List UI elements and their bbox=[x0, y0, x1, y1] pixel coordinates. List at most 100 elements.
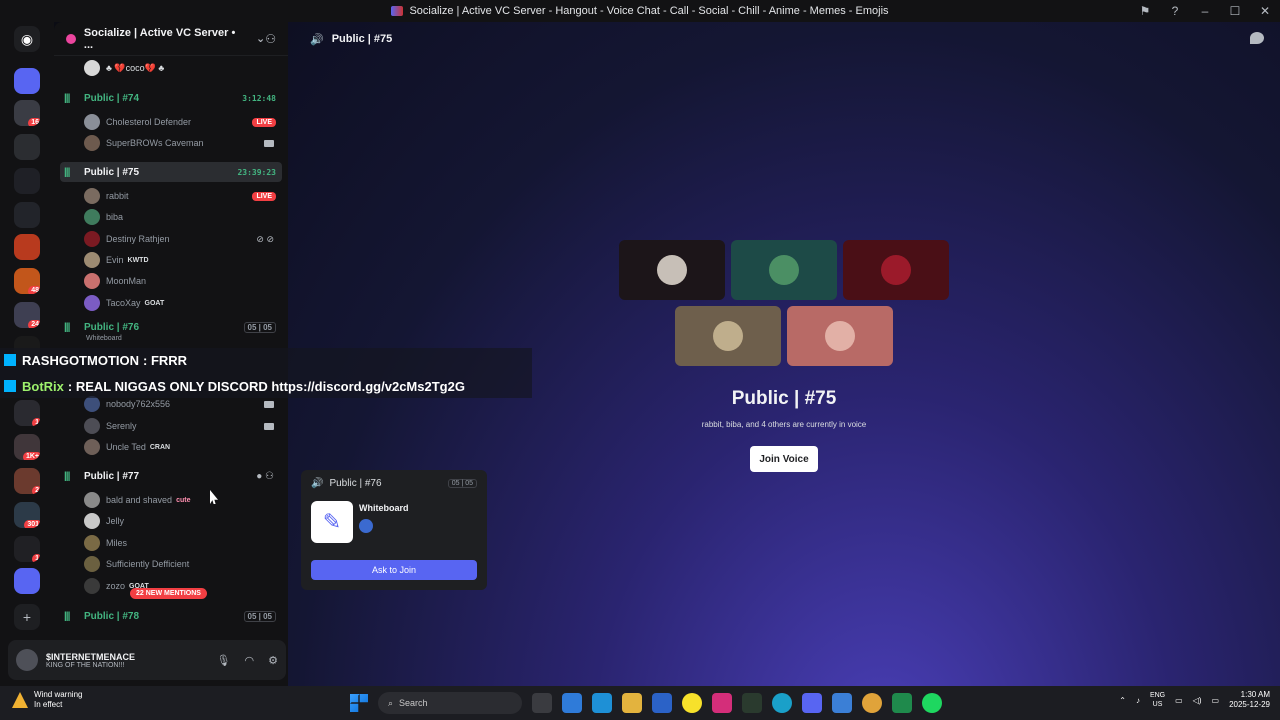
participant-tile[interactable] bbox=[843, 240, 949, 300]
snapchat-icon[interactable] bbox=[682, 693, 702, 713]
server-icon[interactable] bbox=[14, 568, 40, 594]
voice-member[interactable]: Sufficiently Defficient bbox=[60, 554, 282, 574]
voice-channel-77[interactable]: ||| Public | #77 ● ⚇ bbox=[60, 466, 282, 486]
minimize-button[interactable]: – bbox=[1190, 4, 1220, 18]
participant-tile[interactable] bbox=[619, 240, 725, 300]
avatar bbox=[84, 135, 100, 151]
battery-icon[interactable]: ▭ bbox=[1212, 696, 1220, 705]
invite-people-icon[interactable]: ⚇ bbox=[265, 32, 276, 46]
server-icon[interactable]: 24 bbox=[14, 302, 40, 328]
chat-icon[interactable] bbox=[1250, 32, 1264, 44]
file-explorer-icon[interactable] bbox=[622, 693, 642, 713]
overlay-chat-line: BotRix : REAL NIGGAS ONLY DISCORD https:… bbox=[4, 376, 465, 396]
close-button[interactable]: ✕ bbox=[1250, 4, 1280, 18]
store-icon[interactable] bbox=[592, 693, 612, 713]
channel-settings-icon[interactable]: ● ⚇ bbox=[256, 471, 274, 482]
server-icon[interactable]: 1 bbox=[14, 536, 40, 562]
avatar bbox=[84, 188, 100, 204]
search-icon: ⌕ bbox=[388, 697, 394, 708]
voice-active-icon: ||| bbox=[64, 321, 70, 333]
voice-member[interactable]: Destiny Rathjen ⊘ ⊘ bbox=[60, 229, 282, 249]
microphone-icon[interactable]: ♪ bbox=[1136, 696, 1140, 705]
server-name: Socialize | Active VC Server • ... bbox=[83, 26, 236, 51]
new-mentions-pill[interactable]: 22 NEW MENTIONS bbox=[130, 588, 207, 599]
spotify-icon[interactable] bbox=[922, 693, 942, 713]
avatar[interactable] bbox=[16, 649, 38, 671]
server-icon[interactable]: 48 bbox=[14, 268, 40, 294]
server-icon[interactable]: 16 bbox=[14, 100, 40, 126]
avatar bbox=[84, 209, 100, 225]
inbox-icon[interactable]: ⚑ bbox=[1130, 4, 1160, 18]
server-icon[interactable]: 301 bbox=[14, 502, 40, 528]
video-camera-icon bbox=[264, 422, 274, 430]
voice-member[interactable]: TacoXay GOAT bbox=[60, 293, 282, 313]
app-icon[interactable] bbox=[742, 693, 762, 713]
weather-widget[interactable]: Wind warning In effect bbox=[12, 690, 82, 710]
voice-member[interactable]: Evin KWTD bbox=[60, 250, 282, 270]
app-icon[interactable] bbox=[892, 693, 912, 713]
taskbar-search[interactable]: ⌕ Search bbox=[378, 692, 522, 714]
participant-tile[interactable] bbox=[675, 306, 781, 366]
server-icon[interactable] bbox=[14, 68, 40, 94]
voice-member[interactable]: Jelly bbox=[60, 511, 282, 531]
app-icon[interactable] bbox=[832, 693, 852, 713]
server-icon[interactable] bbox=[14, 134, 40, 160]
settings-gear-icon[interactable]: ⚙ bbox=[268, 654, 278, 667]
voice-member[interactable]: Uncle Ted CRAN bbox=[60, 437, 282, 457]
network-icon[interactable]: ▭ bbox=[1175, 696, 1183, 705]
voice-member[interactable]: rabbit LIVE bbox=[60, 186, 282, 206]
add-server-icon[interactable]: + bbox=[14, 604, 40, 630]
voice-channel-74[interactable]: ||| Public | #74 3:12:48 bbox=[60, 88, 282, 108]
voice-channel-75[interactable]: ||| Public | #75 23:39:23 bbox=[60, 162, 282, 182]
avatar bbox=[84, 252, 100, 268]
avatar bbox=[84, 231, 100, 247]
voice-member[interactable]: Cholesterol Defender LIVE bbox=[60, 112, 282, 132]
voice-member[interactable]: ♣ 💔coco💔 ♣ bbox=[60, 58, 282, 78]
voice-member[interactable]: biba bbox=[60, 207, 282, 227]
server-icon[interactable] bbox=[14, 168, 40, 194]
voice-channel-78[interactable]: ||| Public | #78 05 | 05 bbox=[60, 606, 282, 626]
task-view-icon[interactable] bbox=[532, 693, 552, 713]
headphones-icon[interactable]: ◠ bbox=[245, 654, 255, 667]
avatar bbox=[84, 535, 100, 551]
server-header[interactable]: Socialize | Active VC Server • ... ⌄ ⚇ bbox=[54, 22, 288, 56]
language-indicator[interactable]: ENG US bbox=[1150, 691, 1165, 709]
voice-member[interactable]: Miles bbox=[60, 533, 282, 553]
join-voice-button[interactable]: Join Voice bbox=[750, 446, 818, 472]
voice-participants-summary: rabbit, biba, and 4 others are currently… bbox=[701, 420, 867, 429]
app-icon[interactable] bbox=[712, 693, 732, 713]
avatar bbox=[84, 513, 100, 529]
server-icon[interactable] bbox=[14, 234, 40, 260]
discord-home-icon[interactable]: ◉ bbox=[14, 26, 40, 52]
windows-start-icon[interactable] bbox=[350, 694, 368, 712]
voice-member[interactable]: SuperBROWs Caveman bbox=[60, 133, 282, 153]
voice-member[interactable]: Serenly bbox=[60, 416, 282, 436]
avatar bbox=[84, 556, 100, 572]
outlook-icon[interactable] bbox=[652, 693, 672, 713]
twitch-badge-icon bbox=[4, 354, 16, 366]
server-icon[interactable]: 1K+ bbox=[14, 434, 40, 460]
muted-icon: ⊘ ⊘ bbox=[256, 233, 274, 244]
copilot-icon[interactable] bbox=[562, 693, 582, 713]
voice-member[interactable]: bald and shaved cute bbox=[60, 490, 282, 510]
server-icon[interactable]: 2 bbox=[14, 468, 40, 494]
server-icon[interactable]: 1 bbox=[14, 400, 40, 426]
chevron-up-icon[interactable]: ⌃ bbox=[1119, 696, 1126, 705]
chrome-icon[interactable] bbox=[862, 693, 882, 713]
participant-tile[interactable] bbox=[787, 306, 893, 366]
microphone-icon[interactable]: 🎙 bbox=[217, 654, 231, 667]
server-icon[interactable] bbox=[14, 202, 40, 228]
voice-member[interactable]: MoonMan bbox=[60, 271, 282, 291]
help-icon[interactable]: ? bbox=[1160, 4, 1190, 18]
clock[interactable]: 1:30 AM 2025-12-29 bbox=[1229, 690, 1270, 710]
maximize-button[interactable]: ☐ bbox=[1220, 4, 1250, 18]
discord-icon[interactable] bbox=[802, 693, 822, 713]
channel-activity-label: Whiteboard bbox=[86, 334, 122, 342]
warning-icon bbox=[12, 692, 28, 708]
volume-icon[interactable]: ◁) bbox=[1193, 696, 1202, 705]
edge-icon[interactable] bbox=[772, 693, 792, 713]
video-camera-icon bbox=[264, 400, 274, 408]
window-controls: ⚑ ? – ☐ ✕ bbox=[1130, 0, 1280, 22]
participant-tile[interactable] bbox=[731, 240, 837, 300]
ask-to-join-button[interactable]: Ask to Join bbox=[311, 560, 477, 580]
